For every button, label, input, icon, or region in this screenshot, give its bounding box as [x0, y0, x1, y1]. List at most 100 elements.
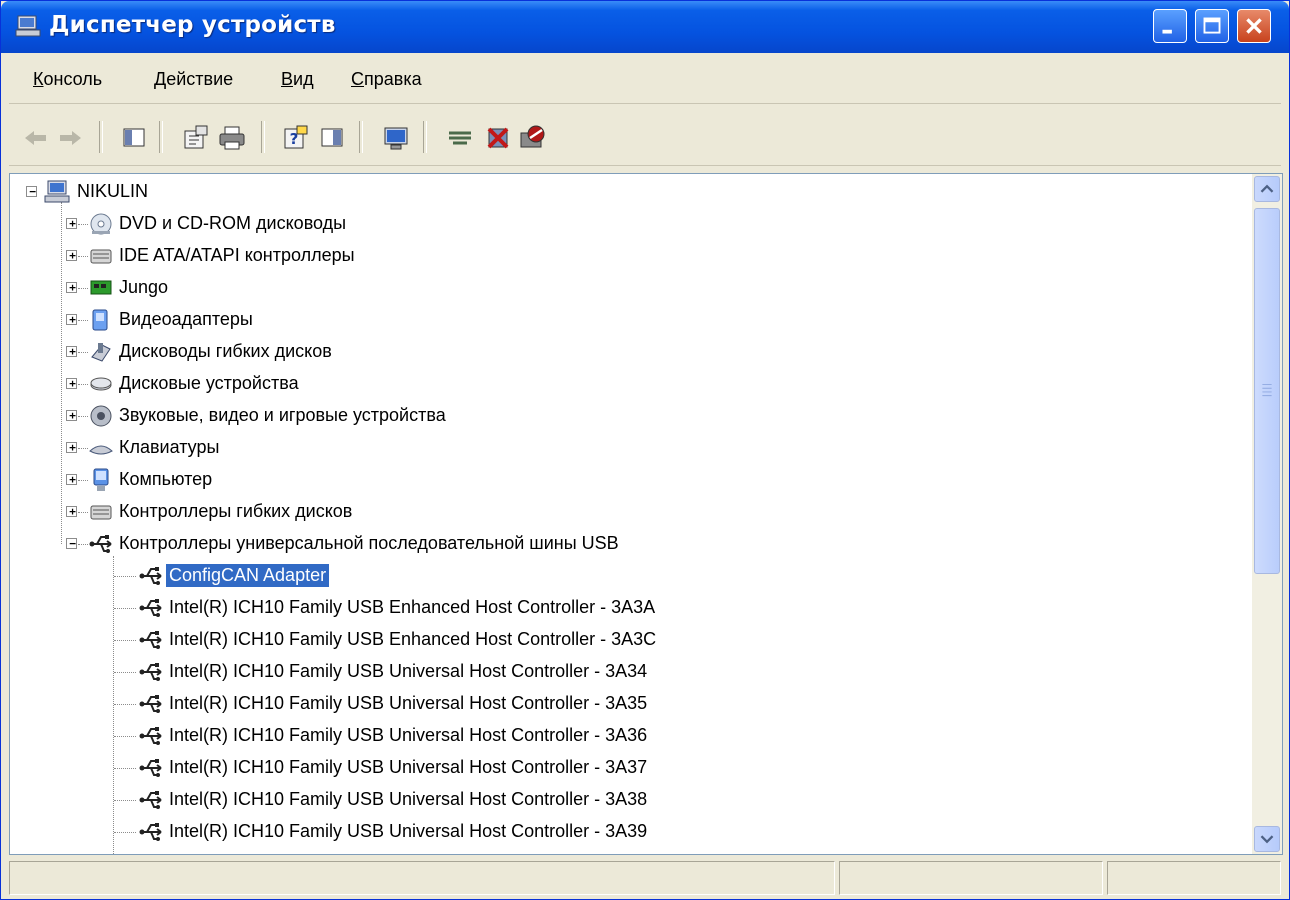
tree-connector: [78, 256, 88, 257]
uninstall-icon[interactable]: [483, 123, 513, 153]
scroll-up-button[interactable]: [1254, 176, 1280, 202]
tree-item-label: Intel(R) ICH10 Family USB Universal Host…: [169, 725, 648, 745]
tree-item-label: Intel(R) ICH10 Family USB Enhanced Host …: [169, 629, 657, 649]
disable-icon[interactable]: [517, 123, 547, 153]
tree-category-row[interactable]: + Звуковые, видео и игровые устройства: [10, 400, 1240, 432]
usb-icon: [139, 599, 162, 617]
menu-help[interactable]: Справка: [351, 69, 422, 90]
expand-toggle[interactable]: +: [66, 250, 77, 261]
computer-icon: [44, 180, 70, 203]
properties-icon[interactable]: [181, 123, 211, 153]
computer-icon: [93, 468, 109, 491]
tree-connector: [78, 512, 88, 513]
cdrom-icon: [90, 213, 112, 235]
tree-category-row[interactable]: + IDE ATA/ATAPI контроллеры: [10, 240, 1240, 272]
disk-drive-icon: [90, 377, 112, 391]
menu-view[interactable]: Вид: [281, 69, 314, 90]
tree-connector: [114, 576, 136, 577]
tree-connector: [78, 384, 88, 385]
tree-device-row[interactable]: Intel(R) ICH10 Family USB Universal Host…: [10, 656, 1240, 688]
minimize-icon: [1162, 29, 1172, 34]
status-pane-3: [1107, 861, 1281, 895]
tree-category-row[interactable]: − Контроллеры универсальной последователь…: [10, 528, 1240, 560]
tree-device-row[interactable]: Intel(R) ICH10 Family USB Universal Host…: [10, 720, 1240, 752]
action-pane-icon[interactable]: [317, 123, 347, 153]
scroll-thumb[interactable]: [1254, 208, 1280, 574]
tree-item-label: IDE ATA/ATAPI контроллеры: [119, 245, 355, 265]
expand-toggle[interactable]: +: [66, 218, 77, 229]
tree-item-label: Jungo: [119, 277, 169, 297]
usb-icon: [139, 695, 162, 713]
usb-icon: [139, 791, 162, 809]
expand-toggle[interactable]: +: [66, 506, 77, 517]
usb-icon: [139, 663, 162, 681]
toolbar-separator: [159, 121, 163, 153]
minimize-button[interactable]: [1153, 9, 1187, 43]
tree-connector: [78, 480, 88, 481]
tree-connector: [114, 736, 136, 737]
tree-device-row[interactable]: Intel(R) ICH10 Family USB Universal Host…: [10, 816, 1240, 848]
tree-device-row[interactable]: Intel(R) ICH10 Family USB Enhanced Host …: [10, 624, 1240, 656]
device-tree-pane[interactable]: − NIKULIN + DVD и CD-ROM дисководы + IDE AT…: [9, 173, 1283, 855]
maximize-icon: [1203, 17, 1221, 34]
tree-item-label: Видеоадаптеры: [119, 309, 253, 329]
collapse-toggle[interactable]: −: [66, 538, 77, 549]
tree-category-row[interactable]: + Дисковые устройства: [10, 368, 1240, 400]
jungo-board-icon: [90, 280, 112, 295]
floppy-controller-icon: [90, 505, 112, 520]
tree-item-label: DVD и CD-ROM дисководы: [119, 213, 347, 233]
maximize-button[interactable]: [1195, 9, 1229, 43]
close-button[interactable]: [1237, 9, 1271, 43]
tree-category-row[interactable]: + Контроллеры гибких дисков: [10, 496, 1240, 528]
expand-toggle[interactable]: +: [66, 378, 77, 389]
status-pane-main: [9, 861, 835, 895]
update-driver-icon[interactable]: [445, 123, 475, 153]
tree-category-row[interactable]: + Дисководы гибких дисков: [10, 336, 1240, 368]
tree-device-row[interactable]: Intel(R) ICH10 Family USB Universal Host…: [10, 784, 1240, 816]
tree-device-row[interactable]: Intel(R) ICH10 Family USB Universal Host…: [10, 752, 1240, 784]
scan-hardware-icon[interactable]: [381, 123, 411, 153]
expand-toggle[interactable]: +: [66, 410, 77, 421]
tree-category-row[interactable]: + Компьютер: [10, 464, 1240, 496]
tree-connector: [78, 416, 88, 417]
expand-toggle[interactable]: +: [66, 442, 77, 453]
back-icon[interactable]: [21, 123, 51, 153]
device-manager-window: Диспетчер устройств Консоль Действие Вид…: [0, 0, 1290, 900]
expand-toggle[interactable]: +: [66, 282, 77, 293]
tree-item-label: ConfigCAN Adapter: [164, 563, 331, 588]
tree-root-label: NIKULIN: [77, 181, 149, 201]
tree-item-label: Контроллеры универсальной последовательн…: [119, 533, 619, 553]
tree-connector: [114, 672, 136, 673]
menu-console[interactable]: Консоль: [33, 69, 102, 90]
forward-icon[interactable]: [55, 123, 85, 153]
collapse-toggle[interactable]: −: [26, 186, 37, 197]
expand-toggle[interactable]: +: [66, 346, 77, 357]
tree-category-row[interactable]: + Jungo: [10, 272, 1240, 304]
tree-category-row[interactable]: + DVD и CD-ROM дисководы: [10, 208, 1240, 240]
usb-icon: [139, 631, 162, 649]
title-bar[interactable]: Диспетчер устройств: [1, 1, 1289, 53]
tree-item-label: Звуковые, видео и игровые устройства: [119, 405, 446, 425]
tree-root-row[interactable]: − NIKULIN: [10, 176, 1240, 208]
scroll-down-button[interactable]: [1254, 826, 1280, 852]
tree-item-label: Intel(R) ICH10 Family USB Universal Host…: [169, 661, 648, 681]
tree-device-row[interactable]: Intel(R) ICH10 Family USB Enhanced Host …: [10, 592, 1240, 624]
tree-connector: [114, 832, 136, 833]
tree-item-label: Дисковые устройства: [119, 373, 299, 393]
expand-toggle[interactable]: +: [66, 474, 77, 485]
help-icon[interactable]: ?: [281, 123, 311, 153]
tree-item-label: Intel(R) ICH10 Family USB Universal Host…: [169, 693, 648, 713]
grip-icon: [1262, 384, 1272, 397]
show-hide-tree-icon[interactable]: [119, 123, 149, 153]
status-bar: [9, 861, 1281, 897]
tree-device-row[interactable]: ConfigCAN Adapter: [10, 560, 1240, 592]
menu-action[interactable]: Действие: [154, 69, 233, 90]
vertical-scrollbar[interactable]: [1252, 174, 1282, 854]
tree-category-row[interactable]: + Видеоадаптеры: [10, 304, 1240, 336]
tree-device-row[interactable]: Intel(R) ICH10 Family USB Universal Host…: [10, 688, 1240, 720]
tree-category-row[interactable]: + Клавиатуры: [10, 432, 1240, 464]
expand-toggle[interactable]: +: [66, 314, 77, 325]
chevron-up-icon: [1260, 184, 1274, 193]
tree-connector: [78, 352, 88, 353]
print-icon[interactable]: [217, 123, 247, 153]
